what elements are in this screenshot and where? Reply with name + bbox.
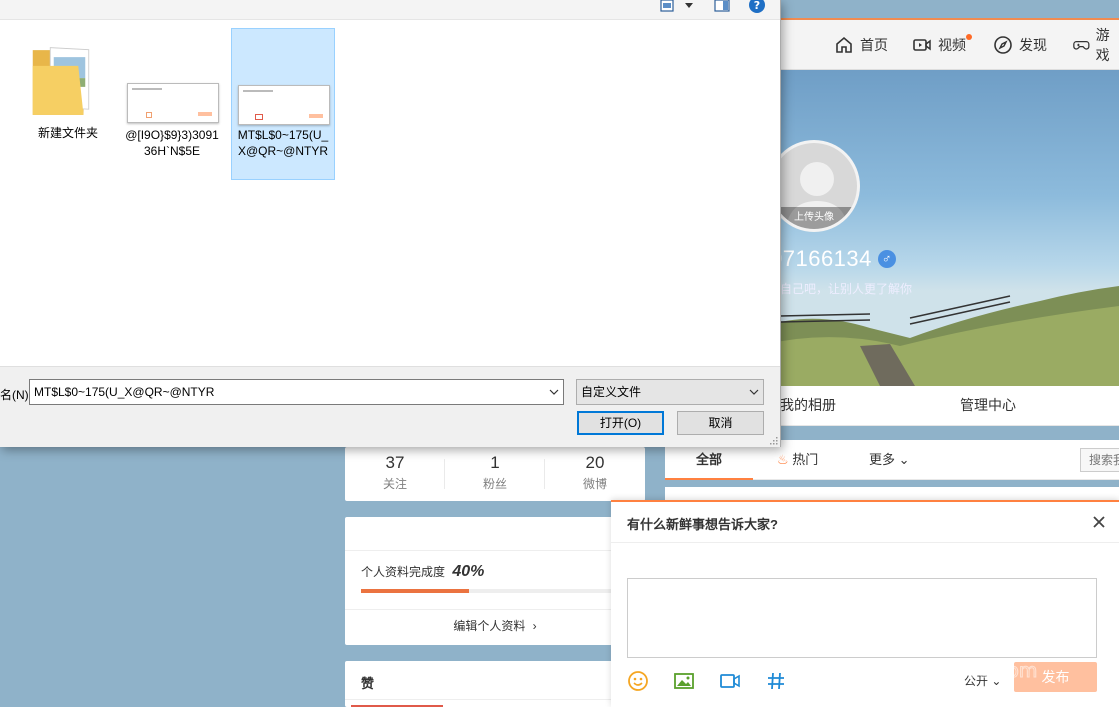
male-gender-icon: ♂ bbox=[877, 250, 896, 268]
nav-video[interactable]: 视频 bbox=[912, 20, 966, 70]
edit-profile-link[interactable]: 编辑个人资料 › bbox=[345, 617, 645, 634]
file-name: @[I9O}$9}3)309136H`N$5E bbox=[125, 128, 219, 158]
profile-bio: 自己吧，让别人更了解你 bbox=[780, 282, 913, 296]
privacy-label: 公开 bbox=[964, 674, 989, 688]
image-icon[interactable] bbox=[673, 670, 695, 692]
filename-input[interactable]: MT$L$0~175(U_X@QR~@NTYR bbox=[29, 379, 564, 405]
file-name: 新建文件夹 bbox=[37, 126, 98, 140]
topic-hashtag-icon[interactable] bbox=[765, 670, 787, 692]
filename-label: 名(N): bbox=[0, 388, 32, 402]
tab-more[interactable]: 更多 ⌄ bbox=[869, 440, 910, 480]
nav-games[interactable]: 游戏 bbox=[1073, 20, 1119, 70]
divider bbox=[345, 609, 645, 610]
nav-games-label: 游戏 bbox=[1095, 27, 1110, 63]
tab-hot-label: 热门 bbox=[792, 452, 819, 467]
username-text: 07166134 bbox=[770, 246, 872, 271]
nav-discover-label: 发现 bbox=[1019, 37, 1047, 53]
image-thumbnail bbox=[238, 85, 330, 125]
svg-text:?: ? bbox=[754, 0, 760, 12]
emoji-icon[interactable] bbox=[627, 670, 649, 692]
stat-following-label: 关注 bbox=[382, 477, 407, 491]
stat-followers-value: 1 bbox=[490, 453, 500, 472]
tab-manage-center[interactable]: 管理中心 bbox=[960, 386, 1016, 426]
stat-following-value: 37 bbox=[385, 453, 405, 472]
completion-percent: 40% bbox=[452, 563, 485, 580]
likes-title: 赞 bbox=[361, 676, 375, 691]
gamepad-icon bbox=[1073, 41, 1090, 50]
feed-search-input[interactable]: 搜索我 bbox=[1080, 448, 1119, 472]
stat-followers-label: 粉丝 bbox=[482, 477, 507, 491]
profile-completion-card: 个人资料完成度 40% 编辑个人资料 › bbox=[345, 517, 645, 645]
folder-icon bbox=[32, 47, 90, 115]
avatar[interactable]: 上传头像 bbox=[768, 140, 860, 232]
view-mode-icon[interactable] bbox=[660, 0, 674, 14]
file-item-folder[interactable]: 新建文件夹 bbox=[16, 28, 120, 180]
divider bbox=[345, 699, 645, 700]
nav-home[interactable]: 首页 bbox=[834, 20, 888, 70]
upload-avatar-label: 上传头像 bbox=[771, 207, 857, 229]
image-thumbnail bbox=[127, 83, 219, 123]
nav-discover[interactable]: 发现 bbox=[993, 20, 1047, 70]
dialog-toolbar: ? bbox=[0, 0, 780, 20]
divider bbox=[345, 550, 645, 551]
file-item-image-selected[interactable]: MT$L$0~175(U_X@QR~@NTYR bbox=[231, 28, 335, 180]
file-item-image[interactable]: @[I9O}$9}3)309136H`N$5E bbox=[120, 28, 224, 180]
filename-value: MT$L$0~175(U_X@QR~@NTYR bbox=[34, 385, 215, 399]
tab-more-label: 更多 bbox=[869, 452, 896, 467]
likes-card: 赞 bbox=[345, 661, 645, 707]
chevron-down-icon[interactable] bbox=[549, 388, 559, 396]
profile-tabs: 我的相册 管理中心 bbox=[740, 386, 1119, 426]
tab-my-album[interactable]: 我的相册 bbox=[780, 386, 836, 426]
nav-home-label: 首页 bbox=[860, 37, 888, 53]
stat-following[interactable]: 37 关注 bbox=[345, 453, 445, 492]
nav-video-label: 视频 bbox=[938, 37, 966, 53]
completion-row: 个人资料完成度 40% bbox=[361, 563, 484, 581]
chevron-down-icon: ⌄ bbox=[991, 674, 1002, 688]
profile-cover: 上传头像 07166134 ♂ 自己吧，让别人更了解你 bbox=[740, 70, 1119, 386]
stat-posts-value: 20 bbox=[585, 453, 605, 472]
view-dropdown-icon[interactable] bbox=[684, 0, 694, 14]
completion-progress-fill bbox=[361, 589, 469, 593]
preview-pane-icon[interactable] bbox=[714, 0, 730, 14]
filetype-select[interactable]: 自定义文件 bbox=[576, 379, 764, 405]
file-open-dialog: ? 新建文件夹 @[I9O}$9}3)309136H`N$5E MT$L$0~1… bbox=[0, 0, 781, 447]
chevron-right-icon: › bbox=[532, 619, 537, 633]
compass-icon bbox=[994, 36, 1012, 54]
filetype-value: 自定义文件 bbox=[581, 385, 642, 399]
username: 07166134 ♂ bbox=[770, 246, 896, 272]
video-icon[interactable] bbox=[719, 670, 741, 692]
publish-button[interactable]: 发布 bbox=[1014, 662, 1097, 692]
help-icon[interactable]: ? bbox=[749, 0, 765, 14]
flame-icon: ♨ bbox=[777, 452, 789, 467]
stat-posts[interactable]: 20 微博 bbox=[545, 453, 645, 492]
completion-progress-track bbox=[361, 589, 631, 593]
cancel-button[interactable]: 取消 bbox=[677, 411, 764, 435]
stats-card: 37 关注 1 粉丝 20 微博 bbox=[345, 447, 645, 501]
file-name: MT$L$0~175(U_X@QR~@NTYR bbox=[237, 128, 329, 158]
compose-textarea[interactable] bbox=[627, 578, 1097, 658]
dialog-bottom-bar: 名(N): MT$L$0~175(U_X@QR~@NTYR 自定义文件 打开(O… bbox=[0, 366, 780, 447]
resize-grip-icon[interactable] bbox=[768, 435, 778, 445]
stat-followers[interactable]: 1 粉丝 bbox=[445, 453, 545, 492]
home-icon bbox=[836, 36, 852, 53]
privacy-selector[interactable]: 公开 ⌄ bbox=[964, 672, 1001, 689]
chevron-down-icon bbox=[749, 389, 759, 395]
chevron-down-icon: ⌄ bbox=[898, 452, 910, 467]
compose-title: 有什么新鲜事想告诉大家? bbox=[627, 517, 778, 532]
close-icon[interactable] bbox=[1091, 514, 1107, 530]
stat-posts-label: 微博 bbox=[582, 477, 607, 491]
edit-profile-label: 编辑个人资料 bbox=[453, 619, 526, 633]
open-button[interactable]: 打开(O) bbox=[577, 411, 664, 435]
divider bbox=[611, 542, 1119, 543]
video-icon bbox=[913, 39, 931, 51]
tab-hot[interactable]: ♨ 热门 bbox=[777, 440, 818, 480]
file-list-area: 新建文件夹 @[I9O}$9}3)309136H`N$5E MT$L$0~175… bbox=[0, 20, 780, 366]
nav-video-notification-dot bbox=[966, 34, 972, 40]
completion-label: 个人资料完成度 bbox=[361, 565, 446, 579]
compose-post-dialog: 有什么新鲜事想告诉大家? 公开 ⌄ 发布 bbox=[611, 500, 1119, 707]
